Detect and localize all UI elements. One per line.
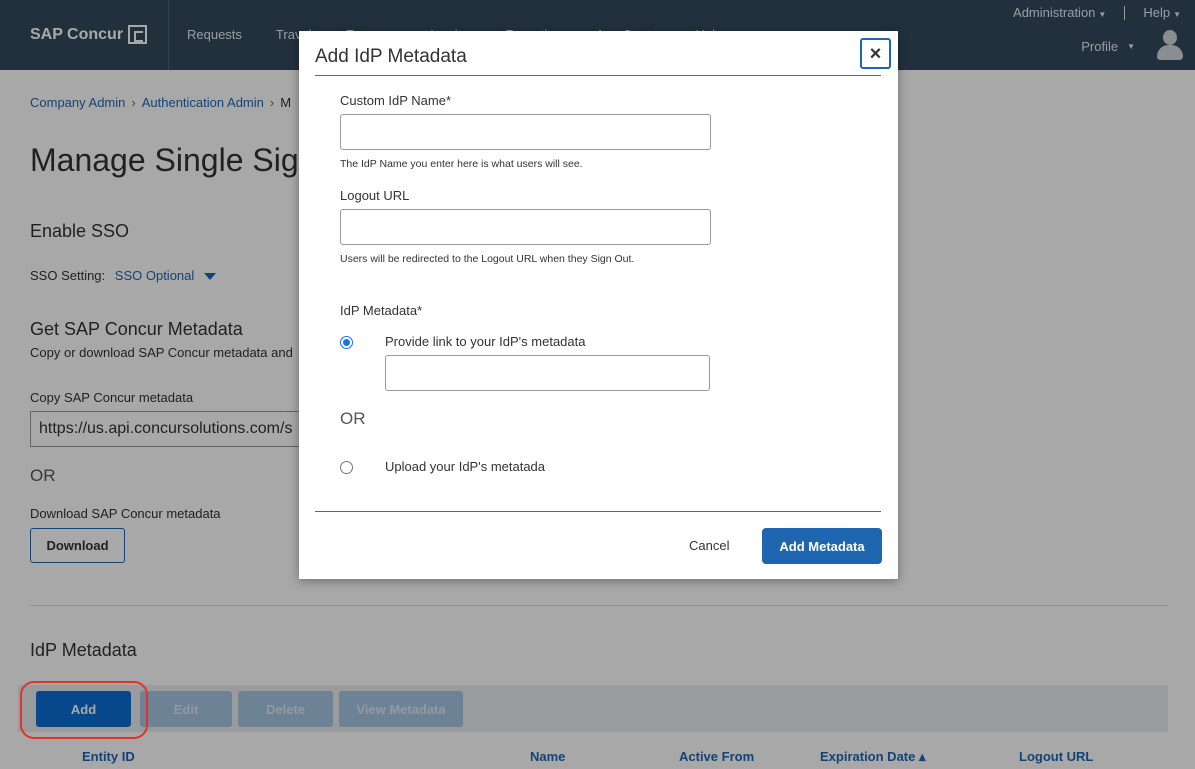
cancel-button[interactable]: Cancel xyxy=(689,538,729,553)
dialog-footer-rule xyxy=(315,511,881,512)
dialog-title: Add IdP Metadata xyxy=(315,46,467,67)
custom-idp-name-label: Custom IdP Name* xyxy=(340,93,452,108)
logout-url-help: Users will be redirected to the Logout U… xyxy=(340,253,635,265)
dialog-header-rule xyxy=(315,75,881,76)
logout-url-label: Logout URL xyxy=(340,188,410,203)
add-metadata-button[interactable]: Add Metadata xyxy=(762,528,882,564)
radio-upload[interactable] xyxy=(340,461,353,474)
add-button-highlight-circle xyxy=(20,681,148,739)
provide-link-label[interactable]: Provide link to your IdP's metadata xyxy=(385,334,585,349)
upload-metadata-label[interactable]: Upload your IdP's metatada xyxy=(385,459,545,474)
add-idp-metadata-dialog: Add IdP Metadata × Custom IdP Name* The … xyxy=(299,31,898,579)
dialog-or-separator: OR xyxy=(340,409,366,428)
custom-idp-name-help: The IdP Name you enter here is what user… xyxy=(340,158,583,170)
metadata-link-input[interactable] xyxy=(385,355,710,391)
custom-idp-name-input[interactable] xyxy=(340,114,711,150)
logout-url-input[interactable] xyxy=(340,209,711,245)
idp-metadata-label: IdP Metadata* xyxy=(340,303,423,318)
radio-provide-link[interactable] xyxy=(340,336,353,349)
close-icon[interactable]: × xyxy=(860,38,891,69)
